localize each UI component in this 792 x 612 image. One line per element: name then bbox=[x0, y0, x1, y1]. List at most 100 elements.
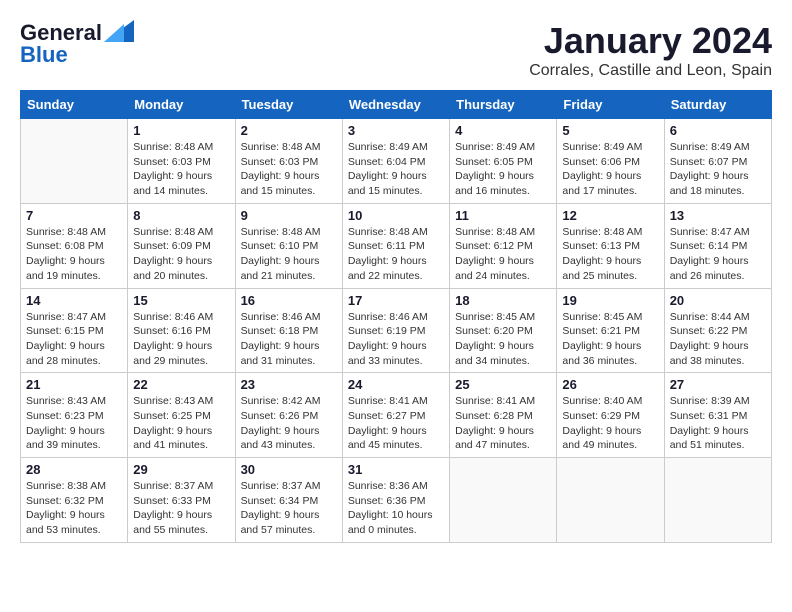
day-info: Sunrise: 8:49 AMSunset: 6:05 PMDaylight:… bbox=[455, 140, 551, 199]
day-number: 28 bbox=[26, 462, 122, 477]
calendar-cell: 28 Sunrise: 8:38 AMSunset: 6:32 PMDayligh… bbox=[21, 458, 128, 543]
calendar-cell: 27 Sunrise: 8:39 AMSunset: 6:31 PMDayligh… bbox=[664, 373, 771, 458]
calendar-cell bbox=[557, 458, 664, 543]
calendar-cell: 14 Sunrise: 8:47 AMSunset: 6:15 PMDayligh… bbox=[21, 288, 128, 373]
day-info: Sunrise: 8:48 AMSunset: 6:11 PMDaylight:… bbox=[348, 225, 444, 284]
calendar-cell: 29 Sunrise: 8:37 AMSunset: 6:33 PMDayligh… bbox=[128, 458, 235, 543]
day-number: 22 bbox=[133, 377, 229, 392]
calendar-cell: 25Sunrise: 8:41 AMSunset: 6:28 PMDayligh… bbox=[450, 373, 557, 458]
header-saturday: Saturday bbox=[664, 91, 771, 119]
calendar-cell: 24 Sunrise: 8:41 AMSunset: 6:27 PMDayligh… bbox=[342, 373, 449, 458]
day-number: 29 bbox=[133, 462, 229, 477]
day-number: 5 bbox=[562, 123, 658, 138]
day-number: 17 bbox=[348, 293, 444, 308]
calendar-cell bbox=[450, 458, 557, 543]
day-info: Sunrise: 8:49 AMSunset: 6:07 PMDaylight:… bbox=[670, 140, 766, 199]
day-info: Sunrise: 8:46 AMSunset: 6:18 PMDaylight:… bbox=[241, 310, 337, 369]
calendar-cell: 10 Sunrise: 8:48 AMSunset: 6:11 PMDayligh… bbox=[342, 203, 449, 288]
day-number: 6 bbox=[670, 123, 766, 138]
header-thursday: Thursday bbox=[450, 91, 557, 119]
day-info: Sunrise: 8:48 AMSunset: 6:08 PMDaylight:… bbox=[26, 225, 122, 284]
day-info: Sunrise: 8:41 AMSunset: 6:27 PMDaylight:… bbox=[348, 394, 444, 453]
day-number: 20 bbox=[670, 293, 766, 308]
day-number: 1 bbox=[133, 123, 229, 138]
header-friday: Friday bbox=[557, 91, 664, 119]
calendar-cell: 21 Sunrise: 8:43 AMSunset: 6:23 PMDayligh… bbox=[21, 373, 128, 458]
calendar-week-row: 28 Sunrise: 8:38 AMSunset: 6:32 PMDayligh… bbox=[21, 458, 772, 543]
day-info: Sunrise: 8:40 AMSunset: 6:29 PMDaylight:… bbox=[562, 394, 658, 453]
calendar-cell: 7 Sunrise: 8:48 AMSunset: 6:08 PMDaylight… bbox=[21, 203, 128, 288]
calendar-cell bbox=[664, 458, 771, 543]
day-number: 21 bbox=[26, 377, 122, 392]
title-block: January 2024 Corrales, Castille and Leon… bbox=[529, 20, 772, 80]
day-info: Sunrise: 8:47 AMSunset: 6:15 PMDaylight:… bbox=[26, 310, 122, 369]
day-info: Sunrise: 8:49 AMSunset: 6:04 PMDaylight:… bbox=[348, 140, 444, 199]
day-number: 10 bbox=[348, 208, 444, 223]
header-sunday: Sunday bbox=[21, 91, 128, 119]
header-wednesday: Wednesday bbox=[342, 91, 449, 119]
day-number: 13 bbox=[670, 208, 766, 223]
calendar-cell: 16 Sunrise: 8:46 AMSunset: 6:18 PMDayligh… bbox=[235, 288, 342, 373]
calendar-cell: 17Sunrise: 8:46 AMSunset: 6:19 PMDayligh… bbox=[342, 288, 449, 373]
day-number: 3 bbox=[348, 123, 444, 138]
calendar-cell: 13 Sunrise: 8:47 AMSunset: 6:14 PMDayligh… bbox=[664, 203, 771, 288]
day-info: Sunrise: 8:44 AMSunset: 6:22 PMDaylight:… bbox=[670, 310, 766, 369]
calendar-cell: 8 Sunrise: 8:48 AMSunset: 6:09 PMDaylight… bbox=[128, 203, 235, 288]
day-info: Sunrise: 8:37 AMSunset: 6:33 PMDaylight:… bbox=[133, 479, 229, 538]
page-header: General Blue January 2024 Corrales, Cast… bbox=[20, 20, 772, 80]
day-number: 11 bbox=[455, 208, 551, 223]
day-info: Sunrise: 8:48 AMSunset: 6:09 PMDaylight:… bbox=[133, 225, 229, 284]
day-info: Sunrise: 8:48 AMSunset: 6:13 PMDaylight:… bbox=[562, 225, 658, 284]
day-number: 31 bbox=[348, 462, 444, 477]
logo-blue: Blue bbox=[20, 42, 68, 68]
calendar-cell: 20 Sunrise: 8:44 AMSunset: 6:22 PMDayligh… bbox=[664, 288, 771, 373]
calendar-week-row: 7 Sunrise: 8:48 AMSunset: 6:08 PMDaylight… bbox=[21, 203, 772, 288]
day-info: Sunrise: 8:47 AMSunset: 6:14 PMDaylight:… bbox=[670, 225, 766, 284]
day-number: 23 bbox=[241, 377, 337, 392]
day-number: 16 bbox=[241, 293, 337, 308]
day-number: 14 bbox=[26, 293, 122, 308]
logo-icon bbox=[104, 20, 134, 42]
calendar-cell: 30 Sunrise: 8:37 AMSunset: 6:34 PMDayligh… bbox=[235, 458, 342, 543]
day-number: 30 bbox=[241, 462, 337, 477]
calendar-header-row: SundayMondayTuesdayWednesdayThursdayFrid… bbox=[21, 91, 772, 119]
calendar-cell: 9Sunrise: 8:48 AMSunset: 6:10 PMDaylight… bbox=[235, 203, 342, 288]
day-number: 7 bbox=[26, 208, 122, 223]
day-info: Sunrise: 8:43 AMSunset: 6:23 PMDaylight:… bbox=[26, 394, 122, 453]
day-number: 15 bbox=[133, 293, 229, 308]
day-info: Sunrise: 8:48 AMSunset: 6:10 PMDaylight:… bbox=[241, 225, 337, 284]
day-info: Sunrise: 8:37 AMSunset: 6:34 PMDaylight:… bbox=[241, 479, 337, 538]
day-info: Sunrise: 8:38 AMSunset: 6:32 PMDaylight:… bbox=[26, 479, 122, 538]
calendar-cell bbox=[21, 119, 128, 204]
calendar-cell: 15 Sunrise: 8:46 AMSunset: 6:16 PMDayligh… bbox=[128, 288, 235, 373]
day-info: Sunrise: 8:49 AMSunset: 6:06 PMDaylight:… bbox=[562, 140, 658, 199]
day-number: 18 bbox=[455, 293, 551, 308]
calendar-cell: 11Sunrise: 8:48 AMSunset: 6:12 PMDayligh… bbox=[450, 203, 557, 288]
calendar-cell: 6 Sunrise: 8:49 AMSunset: 6:07 PMDaylight… bbox=[664, 119, 771, 204]
day-number: 25 bbox=[455, 377, 551, 392]
header-monday: Monday bbox=[128, 91, 235, 119]
calendar-cell: 22 Sunrise: 8:43 AMSunset: 6:25 PMDayligh… bbox=[128, 373, 235, 458]
day-number: 27 bbox=[670, 377, 766, 392]
calendar-week-row: 21 Sunrise: 8:43 AMSunset: 6:23 PMDayligh… bbox=[21, 373, 772, 458]
day-info: Sunrise: 8:45 AMSunset: 6:21 PMDaylight:… bbox=[562, 310, 658, 369]
calendar-cell: 23Sunrise: 8:42 AMSunset: 6:26 PMDayligh… bbox=[235, 373, 342, 458]
day-info: Sunrise: 8:39 AMSunset: 6:31 PMDaylight:… bbox=[670, 394, 766, 453]
month-title: January 2024 bbox=[529, 20, 772, 62]
day-number: 26 bbox=[562, 377, 658, 392]
day-number: 2 bbox=[241, 123, 337, 138]
day-info: Sunrise: 8:43 AMSunset: 6:25 PMDaylight:… bbox=[133, 394, 229, 453]
header-tuesday: Tuesday bbox=[235, 91, 342, 119]
calendar-cell: 12 Sunrise: 8:48 AMSunset: 6:13 PMDayligh… bbox=[557, 203, 664, 288]
calendar-cell: 18 Sunrise: 8:45 AMSunset: 6:20 PMDayligh… bbox=[450, 288, 557, 373]
day-info: Sunrise: 8:46 AMSunset: 6:16 PMDaylight:… bbox=[133, 310, 229, 369]
day-number: 24 bbox=[348, 377, 444, 392]
day-number: 12 bbox=[562, 208, 658, 223]
calendar-cell: 5 Sunrise: 8:49 AMSunset: 6:06 PMDaylight… bbox=[557, 119, 664, 204]
day-number: 19 bbox=[562, 293, 658, 308]
day-number: 4 bbox=[455, 123, 551, 138]
calendar-cell: 1 Sunrise: 8:48 AMSunset: 6:03 PMDaylight… bbox=[128, 119, 235, 204]
day-info: Sunrise: 8:48 AMSunset: 6:03 PMDaylight:… bbox=[133, 140, 229, 199]
day-info: Sunrise: 8:45 AMSunset: 6:20 PMDaylight:… bbox=[455, 310, 551, 369]
day-number: 8 bbox=[133, 208, 229, 223]
